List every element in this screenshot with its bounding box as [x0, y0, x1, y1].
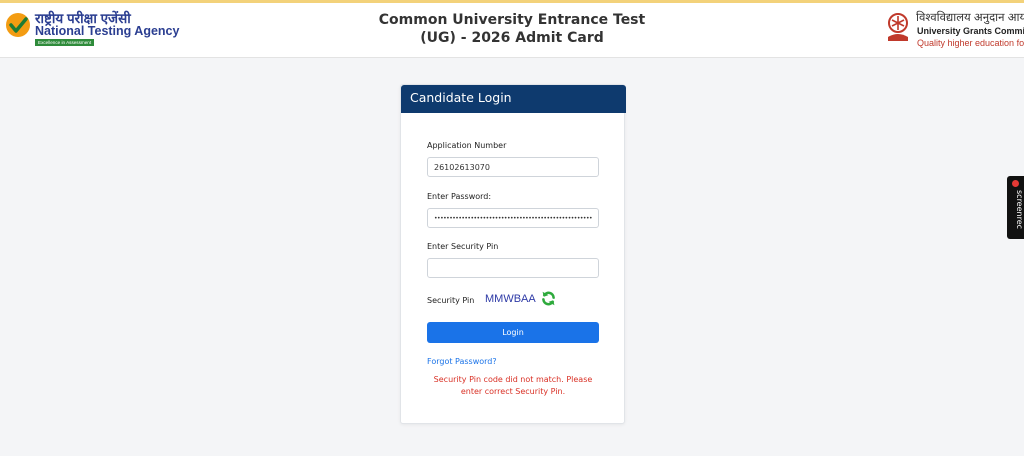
captcha-image: MMWBAA: [485, 293, 536, 305]
application-number-input[interactable]: [427, 157, 599, 177]
page-title-line1: Common University Entrance Test: [378, 12, 646, 28]
captcha-label: Security Pin: [427, 296, 475, 305]
password-label: Enter Password:: [427, 192, 492, 201]
login-card-header: Candidate Login: [401, 85, 626, 113]
ugc-tagline: Quality higher education for all: [917, 38, 1024, 48]
nta-tagline: Excellence in Assessment: [35, 39, 95, 46]
ugc-logo: विश्वविद्यालय अनुदान आयोग University Gra…: [884, 8, 1024, 54]
ugc-emblem-icon: [888, 13, 908, 41]
login-button[interactable]: Login: [427, 322, 599, 343]
error-message: Security Pin code did not match. Please …: [433, 375, 593, 396]
security-pin-input[interactable]: [427, 258, 599, 278]
forgot-password-link[interactable]: Forgot Password?: [427, 357, 497, 366]
application-number-label: Application Number: [427, 141, 507, 150]
candidate-login-card: Candidate Login Application Number Enter…: [400, 84, 626, 424]
ugc-english-name: University Grants Commission: [917, 26, 1024, 36]
security-pin-label: Enter Security Pin: [427, 242, 499, 251]
screenrec-label: screenrec: [1015, 190, 1024, 230]
page-title: Common University Entrance Test (UG) - 2…: [312, 11, 712, 47]
nta-logo: राष्ट्रीय परीक्षा एजेंसी National Testin…: [4, 8, 179, 52]
page-title-line2: (UG) - 2026 Admit Card: [420, 30, 604, 46]
screenrec-side-widget[interactable]: screenrec: [1007, 176, 1024, 239]
password-input[interactable]: [427, 208, 599, 228]
record-dot-icon: [1012, 180, 1019, 187]
page-header: राष्ट्रीय परीक्षा एजेंसी National Testin…: [0, 3, 1024, 58]
nta-english-name: National Testing Agency: [35, 24, 180, 38]
nta-logo-icon: [6, 13, 30, 37]
login-card-title: Candidate Login: [410, 90, 512, 105]
ugc-hindi-name: विश्वविद्यालय अनुदान आयोग: [916, 12, 1024, 24]
refresh-icon[interactable]: [540, 290, 557, 307]
